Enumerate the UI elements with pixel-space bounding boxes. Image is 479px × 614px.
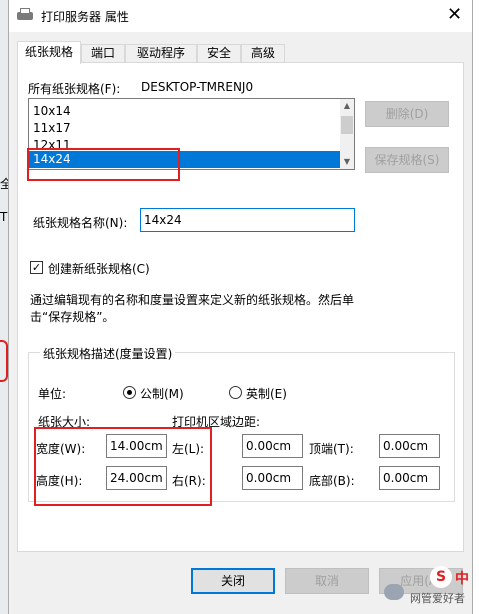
save-form-button[interactable]: 保存规格(S) [365, 147, 449, 173]
title-bar: 打印服务器 属性 ✕ [9, 0, 472, 32]
top-margin-label: 顶端(T): [309, 442, 354, 456]
english-label: 英制(E) [246, 387, 287, 401]
tab-forms[interactable]: 纸张规格 [17, 41, 81, 64]
annotation-highlight-size-fields [34, 427, 212, 506]
help-text-line-2: 击“保存规格”。 [30, 310, 115, 324]
top-margin-field[interactable]: 0.00cm [379, 434, 440, 458]
form-name-label: 纸张规格名称(N): [33, 216, 128, 230]
right-margin-field[interactable]: 0.00cm [242, 466, 303, 490]
close-button[interactable]: 关闭 [191, 568, 275, 594]
cancel-button[interactable]: 取消 [285, 568, 369, 594]
metric-label: 公制(M) [140, 387, 184, 401]
tab-ports[interactable]: 端口 [81, 44, 125, 63]
annotation-highlight-selected-form [27, 148, 180, 181]
unit-label: 单位: [38, 387, 67, 401]
scroll-thumb[interactable] [341, 116, 353, 134]
tab-advanced[interactable]: 高级 [241, 44, 285, 63]
watermark-badge: S [430, 566, 452, 588]
form-name-field[interactable]: 14x24 [140, 208, 355, 232]
background-text-fragment: T [0, 210, 8, 224]
list-item[interactable]: 10x14 [29, 103, 340, 120]
printer-icon [17, 8, 33, 22]
watermark-text: 网管爱好者 [410, 592, 465, 605]
list-item[interactable]: 11x17 [29, 120, 340, 137]
background-highlight-fragment [0, 340, 8, 382]
watermark-cn-glyph: 中 [455, 571, 469, 587]
tab-drivers[interactable]: 驱动程序 [125, 44, 197, 63]
tab-security[interactable]: 安全 [197, 44, 241, 63]
create-new-form-checkbox[interactable]: ✓ [30, 261, 43, 274]
metric-radio[interactable] [123, 386, 136, 399]
create-new-form-label: 创建新纸张规格(C) [48, 262, 150, 276]
bottom-margin-field[interactable]: 0.00cm [379, 466, 440, 490]
left-margin-field[interactable]: 0.00cm [242, 434, 303, 458]
close-icon[interactable]: ✕ [437, 0, 472, 32]
scroll-down-icon[interactable]: ▼ [340, 155, 354, 169]
window-title: 打印服务器 属性 [41, 10, 129, 24]
server-name: DESKTOP-TMRENJ0 [141, 80, 254, 94]
help-text-line-1: 通过编辑现有的名称和度量设置来定义新的纸张规格。然后单 [30, 293, 355, 307]
watermark-wechat-icon [384, 584, 404, 600]
bottom-margin-label: 底部(B): [309, 474, 355, 488]
english-radio[interactable] [229, 386, 242, 399]
radio-selected-dot [127, 390, 132, 395]
form-description-title: 纸张规格描述(度量设置) [40, 345, 176, 362]
all-forms-label: 所有纸张规格(F): [28, 82, 121, 96]
print-server-properties-dialog: 打印服务器 属性 ✕ 纸张规格 端口 驱动程序 安全 高级 所有纸张规格(F):… [8, 0, 473, 614]
scroll-up-icon[interactable]: ▲ [340, 99, 354, 113]
delete-button[interactable]: 删除(D) [365, 101, 449, 127]
listbox-scrollbar[interactable]: ▲ ▼ [340, 99, 354, 169]
